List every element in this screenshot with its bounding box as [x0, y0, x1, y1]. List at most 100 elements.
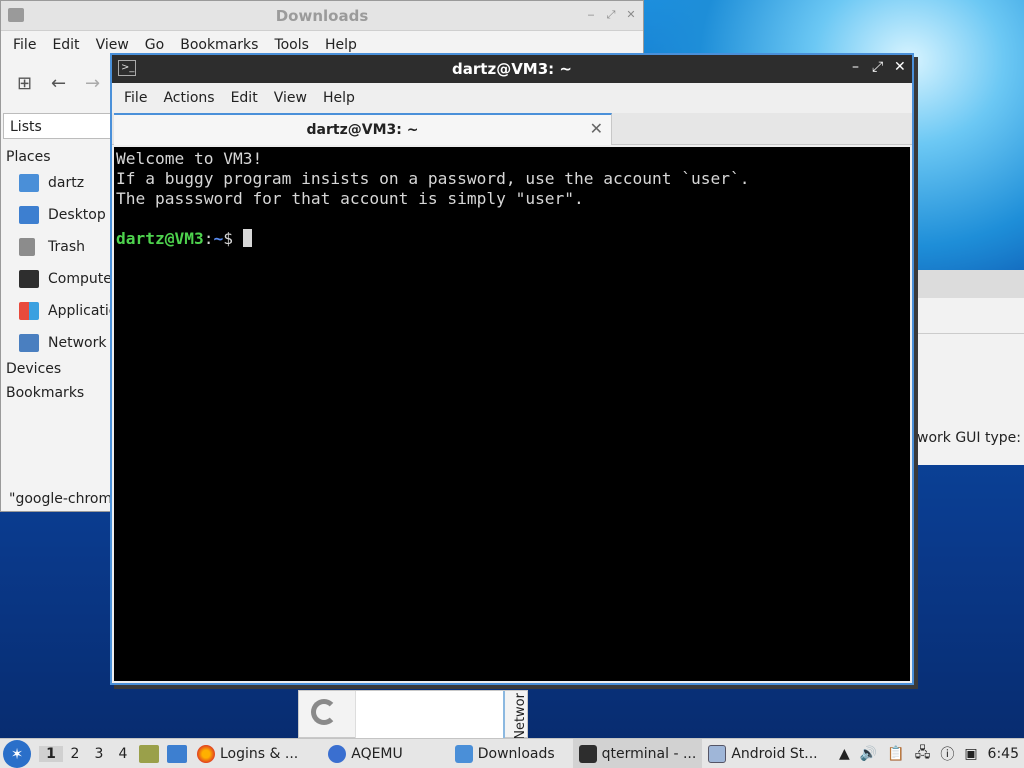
- close-icon[interactable]: ✕: [625, 9, 637, 21]
- menu-file[interactable]: File: [116, 90, 155, 106]
- desktop-folder-icon: [19, 206, 39, 224]
- background-window[interactable]: work GUI type:: [916, 270, 1024, 465]
- folder-icon: [454, 744, 473, 763]
- menu-go[interactable]: Go: [137, 37, 172, 53]
- menu-help[interactable]: Help: [317, 37, 365, 53]
- background-window-titlebar[interactable]: [917, 270, 1024, 298]
- volume-icon[interactable]: 🔊: [860, 746, 877, 762]
- sidebar-item-label: Desktop: [48, 207, 106, 223]
- android-panel: [355, 691, 505, 739]
- menu-view[interactable]: View: [88, 37, 137, 53]
- sidebar-item-trash[interactable]: Trash: [1, 231, 113, 263]
- background-window-toolbar: [917, 298, 1024, 334]
- prompt-separator: :: [203, 229, 214, 248]
- menu-edit[interactable]: Edit: [223, 90, 266, 106]
- forward-arrow-icon[interactable]: →: [85, 73, 100, 94]
- refresh-icon[interactable]: [311, 699, 337, 725]
- menu-help[interactable]: Help: [315, 90, 363, 106]
- close-tab-icon[interactable]: ✕: [590, 119, 603, 138]
- menu-edit[interactable]: Edit: [44, 37, 87, 53]
- menu-bookmarks[interactable]: Bookmarks: [172, 37, 266, 53]
- clock[interactable]: 6:45: [988, 746, 1019, 762]
- prompt-user: dartz@VM3: [116, 229, 204, 248]
- window-icon: [708, 744, 727, 763]
- sidebar-item-network[interactable]: Network: [1, 327, 113, 359]
- menu-actions[interactable]: Actions: [155, 90, 222, 106]
- network-icon[interactable]: 🖧: [915, 742, 931, 766]
- task-logins[interactable]: Logins & ...: [191, 739, 304, 768]
- task-label: qterminal - ...: [601, 745, 697, 762]
- task-label: Android St...: [731, 745, 818, 762]
- firefox-icon: [197, 744, 215, 763]
- file-manager-sidebar: Lists Places dartz Desktop Trash Compute…: [1, 111, 113, 511]
- task-downloads[interactable]: Downloads: [449, 739, 561, 768]
- file-manager-titlebar[interactable]: Downloads ‒ ⤢ ✕: [1, 1, 643, 31]
- terminal-line: The passsword for that account is simply…: [116, 189, 584, 208]
- lists-selector[interactable]: Lists: [3, 113, 111, 139]
- network-folder-icon: [19, 334, 39, 352]
- back-arrow-icon[interactable]: ←: [51, 73, 66, 94]
- sidebar-item-label: Network: [48, 335, 107, 351]
- aqemu-icon: [328, 744, 347, 763]
- places-header: Places: [6, 149, 51, 165]
- applications-icon: [19, 302, 39, 320]
- trash-icon: [19, 238, 35, 256]
- workspace-1[interactable]: 1: [39, 745, 63, 762]
- start-menu-icon[interactable]: ✶: [3, 739, 31, 768]
- minimize-icon[interactable]: ‒: [585, 9, 597, 21]
- notes-icon[interactable]: [139, 744, 159, 763]
- close-icon[interactable]: ✕: [894, 59, 906, 75]
- maximize-icon[interactable]: ⤢: [872, 59, 883, 75]
- task-android-studio[interactable]: Android St...: [702, 739, 823, 768]
- task-qterminal[interactable]: qterminal - ...: [572, 738, 703, 768]
- taskbar: ✶ 1 2 3 4 Logins & ... AQEMU Downloads q…: [0, 738, 1024, 768]
- computer-icon: [19, 270, 39, 288]
- new-tab-icon[interactable]: ⊞: [17, 73, 32, 94]
- menu-file[interactable]: File: [5, 37, 44, 53]
- minimize-icon[interactable]: –: [852, 59, 859, 75]
- system-tray: ▲ 🔊 📋 🖧 ⓘ ▣ 6:45: [834, 742, 1024, 766]
- bookmarks-header[interactable]: Bookmarks: [1, 383, 113, 403]
- tab-label: dartz@VM3: ~: [306, 122, 419, 138]
- update-notifier-icon[interactable]: ⓘ: [940, 744, 954, 764]
- sidebar-item-dartz[interactable]: dartz: [1, 167, 113, 199]
- prompt-path: ~: [213, 229, 224, 248]
- terminal-output[interactable]: Welcome to VM3! If a buggy program insist…: [114, 147, 910, 681]
- clipboard-icon[interactable]: 📋: [887, 746, 904, 762]
- terminal-window: >_ dartz@VM3: ~ – ⤢ ✕ File Actions Edit …: [110, 53, 914, 685]
- workspace-2[interactable]: 2: [63, 746, 87, 762]
- maximize-icon[interactable]: ⤢: [605, 9, 617, 21]
- terminal-icon: [578, 744, 597, 763]
- terminal-titlebar[interactable]: >_ dartz@VM3: ~ – ⤢ ✕: [112, 55, 912, 83]
- text-cursor[interactable]: [242, 229, 252, 247]
- terminal-line: If a buggy program insists on a password…: [116, 169, 750, 188]
- arrow-up-icon[interactable]: ▲: [839, 746, 850, 762]
- prompt-symbol: $: [223, 229, 233, 248]
- screen-icon[interactable]: ▣: [964, 746, 977, 762]
- android-studio-window[interactable]: Networ: [298, 690, 528, 740]
- tab-terminal[interactable]: dartz@VM3: ~ ✕: [114, 113, 612, 145]
- terminal-prompt: dartz@VM3:~$: [116, 229, 908, 249]
- workspace-3[interactable]: 3: [87, 746, 111, 762]
- task-label: Downloads: [477, 745, 555, 762]
- home-folder-icon: [19, 174, 39, 192]
- devices-header[interactable]: Devices: [1, 359, 113, 379]
- sidebar-item-applications[interactable]: Applicatio: [1, 295, 113, 327]
- workspace-4[interactable]: 4: [111, 746, 135, 762]
- menu-tools[interactable]: Tools: [266, 37, 317, 53]
- sidebar-item-desktop[interactable]: Desktop: [1, 199, 113, 231]
- menu-view[interactable]: View: [266, 90, 315, 106]
- terminal-menubar: File Actions Edit View Help: [112, 83, 912, 113]
- sidebar-item-label: Compute: [48, 271, 112, 287]
- sidebar-item-computer[interactable]: Compute: [1, 263, 113, 295]
- terminal-line: Welcome to VM3!: [116, 149, 263, 168]
- task-aqemu[interactable]: AQEMU: [322, 739, 409, 768]
- task-label: AQEMU: [351, 745, 403, 762]
- sidebar-item-label: dartz: [48, 175, 85, 191]
- file-manager-title: Downloads: [275, 7, 369, 25]
- show-desktop-icon[interactable]: [167, 744, 187, 763]
- network-gui-type-label: work GUI type:: [917, 430, 1021, 446]
- terminal-tabbar: dartz@VM3: ~ ✕: [112, 113, 912, 145]
- task-label: Logins & ...: [220, 745, 299, 762]
